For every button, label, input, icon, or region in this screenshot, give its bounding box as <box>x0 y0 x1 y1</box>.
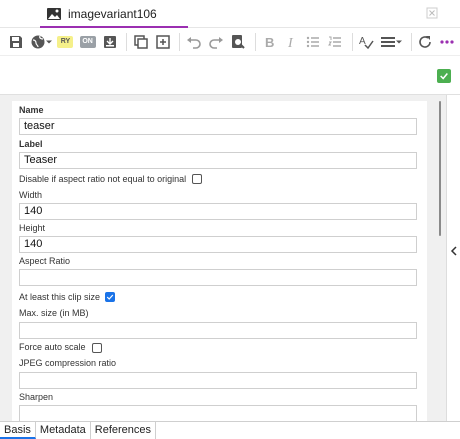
bold-button[interactable]: B <box>260 32 279 52</box>
italic-button[interactable]: I <box>282 32 301 52</box>
editor-panel: Name teaser Label Teaser Disable if aspe… <box>0 95 460 422</box>
check-icon <box>440 73 448 80</box>
vertical-scrollbar[interactable] <box>437 101 443 236</box>
max-size-label: Max. size (in MB) <box>19 308 89 318</box>
save-button[interactable] <box>6 32 25 52</box>
force-auto-scale-label: Force auto scale <box>19 342 86 352</box>
width-label: Width <box>19 190 43 200</box>
bold-icon: B <box>265 35 274 50</box>
undo-icon <box>186 36 201 49</box>
scrollbar-thumb[interactable] <box>439 101 441 236</box>
tab-basis[interactable]: Basis <box>0 422 36 439</box>
on-badge: ON <box>79 35 96 48</box>
refresh-icon <box>419 35 432 48</box>
italic-icon: I <box>287 36 294 50</box>
disable-aspect-label: Disable if aspect ratio not equal to ori… <box>19 174 187 184</box>
jpeg-compression-field[interactable] <box>19 372 417 389</box>
sharpen-label: Sharpen <box>19 392 54 402</box>
jpeg-compression-label: JPEG compression ratio <box>19 358 117 368</box>
chevron-down-icon <box>45 40 52 43</box>
ry-badge: RY <box>57 35 74 48</box>
format-dropdown-button[interactable] <box>379 32 404 52</box>
height-label: Height <box>19 223 46 233</box>
save-icon <box>9 35 22 48</box>
more-icon <box>440 39 454 44</box>
aspect-ratio-field[interactable] <box>19 269 417 286</box>
toolbar-divider <box>254 32 256 51</box>
tab-metadata[interactable]: Metadata <box>36 422 91 439</box>
search-icon <box>232 34 245 49</box>
svg-text:I: I <box>287 36 294 50</box>
download-button[interactable] <box>100 32 119 52</box>
svg-text:B: B <box>265 35 274 50</box>
tab-bar: imagevariant106 <box>0 0 460 28</box>
toolbar: RY ON B I A <box>0 28 460 56</box>
on-button[interactable]: ON <box>78 32 97 52</box>
max-size-field[interactable] <box>19 322 417 339</box>
redo-icon <box>209 36 223 49</box>
paste-button[interactable] <box>153 32 172 52</box>
disable-aspect-checkbox[interactable] <box>192 174 202 184</box>
download-icon <box>103 35 116 48</box>
name-label: Name <box>19 105 44 115</box>
name-field[interactable]: teaser <box>19 118 417 135</box>
status-row <box>0 57 460 95</box>
align-icon <box>381 36 396 47</box>
label-field[interactable]: Teaser <box>19 152 417 169</box>
bullet-list-icon <box>307 36 320 47</box>
redo-button[interactable] <box>206 32 225 52</box>
editor-tab[interactable]: imagevariant106 <box>40 0 188 28</box>
bullet-list-button[interactable] <box>304 32 323 52</box>
numbered-list-button[interactable] <box>326 32 345 52</box>
copy-icon <box>133 34 148 49</box>
height-field[interactable]: 140 <box>19 236 417 253</box>
globe-icon <box>31 35 44 48</box>
bottom-tab-bar: Basis Metadata References <box>0 421 460 439</box>
toolbar-divider <box>410 32 412 51</box>
toolbar-divider <box>126 32 128 51</box>
refresh-button[interactable] <box>416 32 435 52</box>
properties-form: Name teaser Label Teaser Disable if aspe… <box>12 101 427 422</box>
close-icon[interactable] <box>426 7 438 19</box>
chevron-down-icon <box>396 40 403 43</box>
image-icon <box>47 8 61 20</box>
aspect-ratio-label: Aspect Ratio <box>19 256 71 266</box>
more-button[interactable] <box>438 32 457 52</box>
at-least-clip-size-label: At least this clip size <box>19 292 101 302</box>
at-least-clip-size-checkbox[interactable] <box>105 292 115 302</box>
check-icon <box>106 294 114 300</box>
apply-button[interactable] <box>437 69 451 83</box>
toolbar-divider <box>351 32 353 51</box>
spellcheck-button[interactable]: A <box>357 32 376 52</box>
undo-button[interactable] <box>184 32 203 52</box>
toolbar-divider <box>179 32 181 51</box>
force-auto-scale-checkbox[interactable] <box>92 343 102 353</box>
find-button[interactable] <box>228 32 247 52</box>
chevron-left-icon[interactable] <box>449 245 459 257</box>
tab-title: imagevariant106 <box>68 7 157 21</box>
numbered-list-icon <box>328 36 342 47</box>
ry-button[interactable]: RY <box>56 32 75 52</box>
copy-button[interactable] <box>131 32 150 52</box>
label-label: Label <box>19 139 43 149</box>
paste-icon <box>156 34 170 49</box>
sharpen-field[interactable] <box>19 405 417 422</box>
width-field[interactable]: 140 <box>19 203 417 220</box>
tab-references[interactable]: References <box>91 422 157 439</box>
spellcheck-icon: A <box>359 36 375 49</box>
publish-dropdown-button[interactable] <box>28 32 53 52</box>
side-panel-toggle-strip <box>446 95 460 422</box>
